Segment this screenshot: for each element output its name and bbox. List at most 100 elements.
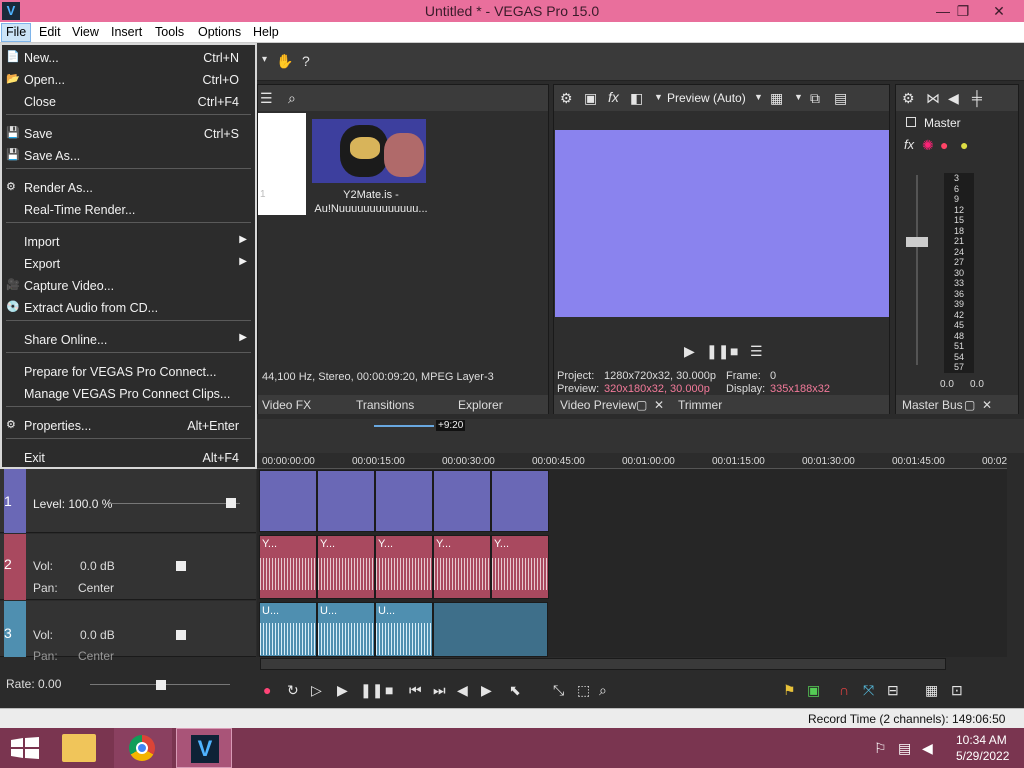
close-button[interactable]: ✕: [984, 0, 1014, 22]
dropdown-icon[interactable]: ▼: [654, 92, 663, 102]
vol-handle[interactable]: [176, 561, 186, 571]
close-tab-icon[interactable]: ✕: [654, 398, 664, 412]
dropdown-icon[interactable]: ▼: [754, 92, 763, 102]
file-menu-item-open[interactable]: 📂 Open... Ctrl+O: [2, 69, 255, 91]
file-menu-item-share-online[interactable]: Share Online... ▶: [2, 329, 255, 351]
automation-icon[interactable]: ✺: [922, 137, 934, 154]
go-to-start-icon[interactable]: ⏮: [409, 682, 422, 699]
menu-help[interactable]: Help: [253, 25, 279, 39]
fx-icon[interactable]: fx: [608, 89, 619, 105]
settings-icon[interactable]: ⚙: [902, 90, 915, 107]
track-head-audio-3[interactable]: 3 Vol: 0.0 dB Pan: Center: [0, 601, 256, 663]
menu-edit[interactable]: Edit: [39, 25, 61, 39]
file-menu-item-extract-audio[interactable]: 💿 Extract Audio from CD...: [2, 297, 255, 319]
tab-transitions[interactable]: Transitions: [356, 398, 414, 412]
auto-ripple-icon[interactable]: ⤧: [863, 682, 874, 699]
menu-icon[interactable]: ☰: [750, 343, 763, 360]
file-menu-item-close[interactable]: Close Ctrl+F4: [2, 91, 255, 113]
master-checkbox[interactable]: [906, 117, 916, 127]
tab-master-bus[interactable]: Master Bus: [902, 398, 963, 412]
volume-muted-icon[interactable]: ◀: [922, 740, 933, 757]
grid-icon[interactable]: ▦: [770, 90, 783, 107]
video-event[interactable]: [375, 470, 433, 532]
tab-video-preview[interactable]: Video Preview: [560, 398, 637, 412]
zoom-tool-icon[interactable]: ⌕: [599, 682, 607, 699]
clock-date[interactable]: 5/29/2022: [956, 749, 1009, 763]
pause-icon[interactable]: ❚❚: [706, 343, 729, 360]
next-frame-icon[interactable]: ▶: [481, 682, 492, 699]
file-menu-item-save-as[interactable]: 💾 Save As...: [2, 145, 255, 167]
downmix-icon[interactable]: ⋈: [926, 90, 940, 107]
mute-icon[interactable]: ●: [940, 137, 948, 153]
settings-icon[interactable]: ⚙: [560, 90, 573, 107]
menu-tools[interactable]: Tools: [155, 25, 184, 39]
master-fader-handle[interactable]: [906, 237, 928, 247]
fx-icon[interactable]: fx: [904, 137, 914, 152]
menu-options[interactable]: Options: [198, 25, 241, 39]
dropdown-icon[interactable]: ▼: [794, 92, 803, 102]
tab-explorer[interactable]: Explorer: [458, 398, 503, 412]
tab-video-fx[interactable]: Video FX: [262, 398, 311, 412]
play-icon[interactable]: ▶: [684, 343, 695, 360]
audio-event[interactable]: U...: [375, 602, 433, 657]
stop-icon[interactable]: ■: [385, 682, 393, 698]
solo-icon[interactable]: ●: [960, 137, 968, 153]
audio-track-empty-region[interactable]: [433, 602, 548, 657]
media-thumbnail[interactable]: [312, 119, 426, 183]
help-pointer-icon[interactable]: ✋: [276, 53, 293, 70]
file-explorer-icon[interactable]: [62, 734, 96, 762]
audio-event[interactable]: U...: [259, 602, 317, 657]
region-icon[interactable]: ▣: [807, 682, 820, 699]
clock-time[interactable]: 10:34 AM: [956, 733, 1007, 747]
undock-icon[interactable]: ▢: [964, 398, 975, 412]
lock-envelopes-icon[interactable]: ⊟: [887, 682, 899, 699]
file-menu-item-capture-video[interactable]: 🎥 Capture Video...: [2, 275, 255, 297]
restore-button[interactable]: ❐: [948, 0, 978, 22]
audio-event[interactable]: U...: [317, 602, 375, 657]
video-event[interactable]: [317, 470, 375, 532]
play-icon[interactable]: ▶: [337, 682, 348, 699]
preview-mode-select[interactable]: Preview (Auto): [667, 91, 746, 105]
audio-event[interactable]: Y...: [375, 535, 433, 599]
file-menu-item-prepare-connect[interactable]: Prepare for VEGAS Pro Connect...: [2, 361, 255, 383]
play-from-start-icon[interactable]: ▷: [311, 682, 322, 699]
file-menu-item-save[interactable]: 💾 Save Ctrl+S: [2, 123, 255, 145]
network-icon[interactable]: ▤: [898, 740, 911, 757]
windows-start-icon[interactable]: [11, 737, 39, 759]
mixer-icon[interactable]: ╪: [972, 90, 982, 106]
dim-icon[interactable]: ◀: [948, 90, 959, 107]
track-head-video[interactable]: 1 Level: 100.0 %: [0, 469, 256, 533]
level-handle[interactable]: [226, 498, 236, 508]
audio-event[interactable]: Y...: [317, 535, 375, 599]
copy-snapshot-icon[interactable]: ⧉: [810, 90, 820, 107]
normal-edit-tool-icon[interactable]: ⬉: [509, 682, 521, 699]
video-event[interactable]: [491, 470, 549, 532]
audio-event[interactable]: Y...: [491, 535, 549, 599]
record-icon[interactable]: ●: [263, 682, 271, 698]
file-menu-item-manage-connect[interactable]: Manage VEGAS Pro Connect Clips...: [2, 383, 255, 405]
audio-event[interactable]: Y...: [259, 535, 317, 599]
vegas-taskbar-icon[interactable]: V: [176, 728, 232, 768]
stop-icon[interactable]: ■: [730, 343, 738, 359]
undock-icon[interactable]: ▢: [636, 398, 647, 412]
h-scrollbar[interactable]: [260, 658, 946, 670]
whats-this-icon[interactable]: ?: [302, 53, 310, 69]
video-event[interactable]: [433, 470, 491, 532]
video-event[interactable]: [259, 470, 317, 532]
grid-icon[interactable]: ▦: [925, 682, 938, 699]
vol-handle[interactable]: [176, 630, 186, 640]
file-menu-item-properties[interactable]: ⚙ Properties... Alt+Enter: [2, 415, 255, 437]
go-to-end-icon[interactable]: ⏭: [433, 682, 446, 699]
pause-icon[interactable]: ❚❚: [360, 682, 383, 699]
tab-trimmer[interactable]: Trimmer: [678, 398, 722, 412]
envelope-tool-icon[interactable]: ⤡: [553, 682, 564, 699]
rate-handle[interactable]: [156, 680, 166, 690]
marker-icon[interactable]: ⚑: [783, 682, 796, 699]
menu-insert[interactable]: Insert: [111, 25, 142, 39]
close-tab-icon[interactable]: ✕: [982, 398, 992, 412]
views-icon[interactable]: ☰: [260, 90, 273, 107]
file-menu-item-import[interactable]: Import ▶: [2, 231, 255, 253]
split-screen-icon[interactable]: ◧: [630, 90, 643, 107]
file-menu-item-exit[interactable]: Exit Alt+F4: [2, 447, 255, 469]
dropdown-icon[interactable]: ▾: [262, 54, 267, 65]
